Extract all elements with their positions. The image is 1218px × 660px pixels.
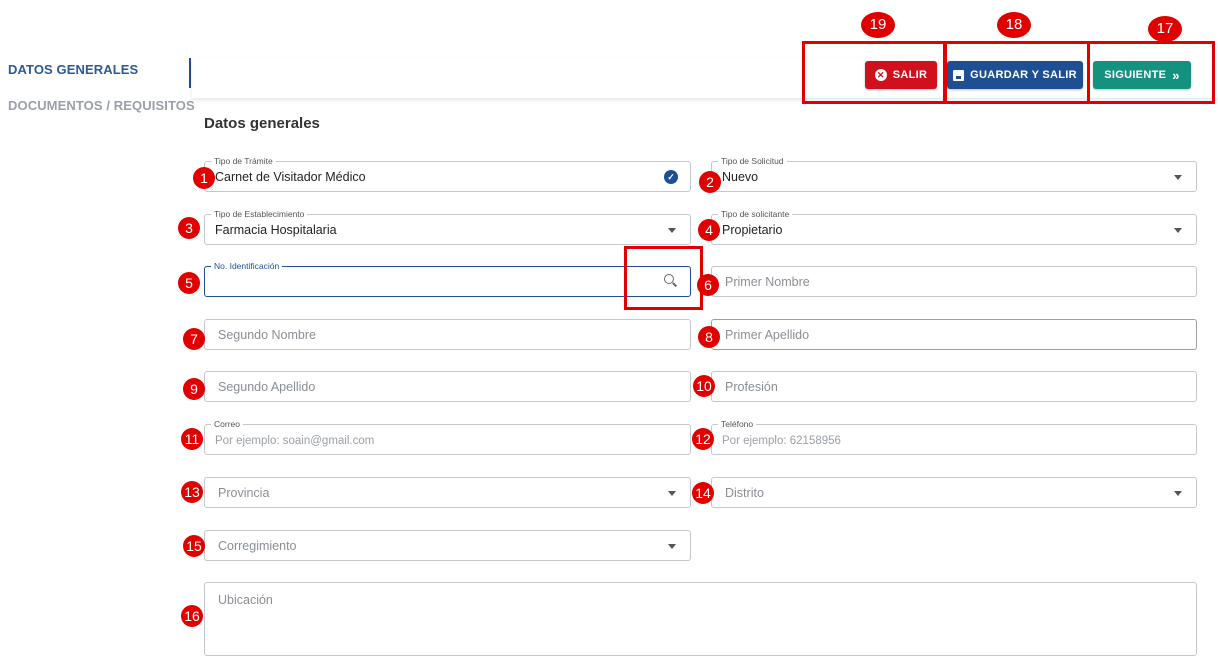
annotation-badge-17: 17 [1148, 16, 1182, 42]
annotation-badge-2: 2 [699, 171, 721, 193]
provincia-placeholder: Provincia [218, 486, 270, 500]
annotation-badge-5: 5 [178, 272, 200, 294]
section-title: Datos generales [204, 115, 320, 132]
corregimiento-placeholder: Corregimiento [218, 539, 297, 553]
distrito-select[interactable]: Distrito [711, 477, 1197, 508]
annotation-badge-6: 6 [697, 274, 719, 296]
ubicacion-textarea[interactable]: Ubicación [204, 582, 1197, 656]
annotation-badge-15: 15 [183, 535, 205, 557]
profesion-input[interactable]: Profesión [711, 371, 1197, 402]
annotation-frame-search [624, 246, 703, 310]
segundo-apellido-input[interactable]: Segundo Apellido [204, 371, 691, 402]
tipo-solicitud-value: Nuevo [722, 170, 759, 184]
chevron-down-icon [668, 491, 676, 496]
tipo-establecimiento-select[interactable]: Tipo de Establecimiento Farmacia Hospita… [204, 209, 691, 245]
tipo-tramite-label: Tipo de Trámite [211, 156, 276, 166]
annotation-badge-7: 7 [183, 328, 205, 350]
annotation-badge-9: 9 [183, 378, 205, 400]
annotation-badge-12: 12 [692, 428, 714, 450]
tipo-solicitante-value: Propietario [722, 223, 783, 237]
annotation-badge-18: 18 [997, 12, 1031, 38]
primer-nombre-input[interactable]: Primer Nombre [711, 266, 1197, 297]
telefono-placeholder: Por ejemplo: 62158956 [722, 435, 841, 447]
tipo-solicitud-label: Tipo de Solicitud [718, 156, 787, 166]
check-circle-icon: ✓ [664, 170, 678, 184]
annotation-badge-19: 19 [861, 12, 895, 38]
chevron-down-icon [668, 228, 676, 233]
tipo-solicitante-select[interactable]: Tipo de solicitante Propietario [711, 209, 1197, 245]
tipo-establecimiento-label: Tipo de Establecimiento [211, 209, 308, 219]
tipo-establecimiento-value: Farmacia Hospitalaria [215, 223, 337, 237]
annotation-frame-17 [1087, 41, 1215, 104]
tipo-tramite-field[interactable]: Tipo de Trámite Carnet de Visitador Médi… [204, 156, 691, 192]
annotation-frame-19 [802, 41, 946, 104]
annotation-badge-4: 4 [698, 219, 720, 241]
tipo-solicitud-select[interactable]: Tipo de Solicitud Nuevo [711, 156, 1197, 192]
chevron-down-icon [1174, 175, 1182, 180]
segundo-nombre-placeholder: Segundo Nombre [218, 328, 316, 342]
segundo-nombre-input[interactable]: Segundo Nombre [204, 319, 691, 350]
sidebar-active-indicator [189, 58, 191, 88]
annotation-badge-8: 8 [698, 326, 720, 348]
distrito-placeholder: Distrito [725, 486, 764, 500]
correo-label: Correo [211, 419, 243, 429]
annotation-badge-14: 14 [692, 482, 714, 504]
annotation-badge-11: 11 [181, 428, 203, 450]
primer-apellido-input[interactable]: Primer Apellido [711, 319, 1197, 350]
annotation-badge-10: 10 [693, 375, 715, 397]
ubicacion-placeholder: Ubicación [218, 593, 273, 607]
tipo-solicitante-label: Tipo de solicitante [718, 209, 793, 219]
profesion-placeholder: Profesión [725, 380, 778, 394]
telefono-label: Teléfono [718, 419, 757, 429]
corregimiento-select[interactable]: Corregimiento [204, 530, 691, 561]
chevron-down-icon [1174, 491, 1182, 496]
identificacion-label: No. Identificación [211, 261, 283, 271]
annotation-frame-18 [944, 41, 1090, 104]
identificacion-input[interactable]: No. Identificación [204, 261, 691, 297]
primer-nombre-placeholder: Primer Nombre [725, 275, 810, 289]
annotation-badge-13: 13 [181, 481, 203, 503]
segundo-apellido-placeholder: Segundo Apellido [218, 380, 316, 394]
provincia-select[interactable]: Provincia [204, 477, 691, 508]
telefono-input[interactable]: Teléfono Por ejemplo: 62158956 [711, 419, 1197, 455]
sidebar-item-datos-generales[interactable]: DATOS GENERALES [8, 62, 138, 77]
primer-apellido-placeholder: Primer Apellido [725, 328, 810, 342]
annotation-badge-3: 3 [178, 217, 200, 239]
annotation-badge-1: 1 [193, 167, 215, 189]
chevron-down-icon [1174, 228, 1182, 233]
tipo-tramite-value: Carnet de Visitador Médico [215, 170, 366, 184]
sidebar-item-documentos-requisitos[interactable]: DOCUMENTOS / REQUISITOS [8, 98, 195, 113]
correo-input[interactable]: Correo Por ejemplo: soain@gmail.com [204, 419, 691, 455]
correo-placeholder: Por ejemplo: soain@gmail.com [215, 435, 375, 447]
annotation-badge-16: 16 [181, 605, 203, 627]
chevron-down-icon [668, 544, 676, 549]
